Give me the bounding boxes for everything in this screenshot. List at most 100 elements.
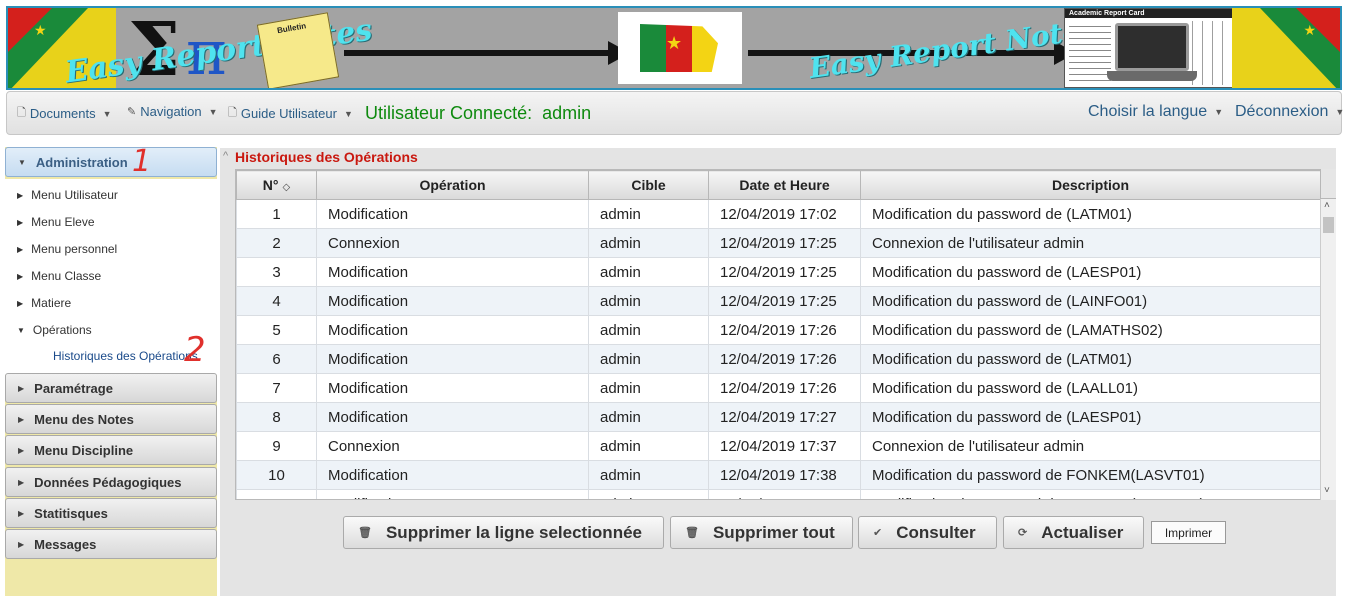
cell-number: 4 <box>236 286 317 316</box>
scrollbar-thumb[interactable] <box>1323 217 1334 233</box>
connected-user: Utilisateur Connecté: admin <box>365 103 592 123</box>
caret-right-icon: ▶ <box>18 539 25 549</box>
cell-date: 12/04/2019 17:40 <box>708 489 861 499</box>
chevron-down-icon: ▼ <box>1335 107 1345 117</box>
sidebar-header-administration[interactable]: ▼ Administration <box>5 147 217 177</box>
scroll-up-icon[interactable]: ˄ <box>1324 200 1330 211</box>
table-row[interactable]: 1 Modification admin 12/04/2019 17:02 Modifi… <box>236 199 1321 229</box>
administration-panel: ▶ Menu Utilisateur ▶ Menu Eleve ▶ Menu pers… <box>5 179 217 375</box>
table-scrollbar[interactable]: ˄ ˅ <box>1320 199 1336 500</box>
bulletin-icon: Bulletin <box>256 12 340 88</box>
sidebar-item-operations[interactable]: ▼ Opérations <box>17 323 92 337</box>
table-row[interactable]: 7 Modification admin 12/04/2019 17:26 Modifi… <box>236 373 1321 403</box>
menu-documents[interactable]: 🗋 Documents ▼ <box>17 104 112 123</box>
arrow-line-left <box>344 50 616 56</box>
document-icon: 🗋 <box>17 107 26 119</box>
cell-description: Modification du password de (LATM01) <box>860 199 1321 229</box>
table-row[interactable]: 3 Modification admin 12/04/2019 17:25 Modifi… <box>236 257 1321 287</box>
scroll-down-icon[interactable]: ˅ <box>1324 485 1330 496</box>
delete-selected-button[interactable]: 🗑 Supprimer la ligne selectionnée <box>343 516 664 549</box>
trash-icon: 🗑 <box>685 527 699 539</box>
sort-icon: ◇ <box>282 182 291 193</box>
column-header-operation[interactable]: Opération <box>316 170 589 200</box>
cell-cible: admin <box>588 257 709 287</box>
delete-all-button[interactable]: 🗑 Supprimer tout <box>670 516 853 549</box>
cell-description: Connexion de l'utilisateur admin <box>860 431 1321 461</box>
table-row[interactable]: 6 Modification admin 12/04/2019 17:26 Modifi… <box>236 344 1321 374</box>
cell-description: Modification du password de (LAESP01) <box>860 402 1321 432</box>
sidebar-item-menu-utilisateur[interactable]: ▶ Menu Utilisateur <box>17 188 118 202</box>
caret-right-icon: ▶ <box>17 271 24 281</box>
caret-right-icon: ▶ <box>17 298 24 308</box>
cell-description: Modification du password de (LAINFO01) <box>860 286 1321 316</box>
cell-date: 12/04/2019 17:25 <box>708 228 861 258</box>
sidebar-item-historiques-operations[interactable]: Historiques des Opérations <box>53 349 198 363</box>
table-row[interactable]: 5 Modification admin 12/04/2019 17:26 Modifi… <box>236 315 1321 345</box>
table-row[interactable]: 4 Modification admin 12/04/2019 17:25 Modifi… <box>236 286 1321 316</box>
cell-date: 12/04/2019 17:26 <box>708 344 861 374</box>
collapse-caret-icon[interactable]: ^ <box>223 150 228 162</box>
menu-guide-utilisateur[interactable]: 🗋 Guide Utilisateur ▼ <box>228 104 353 123</box>
cell-cible: admin <box>588 315 709 345</box>
column-header-number[interactable]: N° ◇ <box>236 170 317 200</box>
cell-date: 12/04/2019 17:25 <box>708 257 861 287</box>
cell-cible: admin <box>588 402 709 432</box>
sidebar-item-menu-eleve[interactable]: ▶ Menu Eleve <box>17 215 95 229</box>
print-button[interactable]: Imprimer <box>1151 521 1226 544</box>
consult-button[interactable]: ✔ Consulter <box>858 516 997 549</box>
refresh-button[interactable]: ⟳ Actualiser <box>1003 516 1144 549</box>
cell-operation: Modification <box>316 402 589 432</box>
table-row[interactable]: 2 Connexion admin 12/04/2019 17:25 Connexion… <box>236 228 1321 258</box>
column-header-cible[interactable]: Cible <box>588 170 709 200</box>
cell-operation: Modification <box>316 344 589 374</box>
chevron-down-icon: ▼ <box>1214 107 1224 117</box>
sidebar: ▼ Administration ▶ Menu Utilisateur ▶ Menu… <box>5 147 217 596</box>
caret-right-icon: ▶ <box>18 414 25 424</box>
cell-cible: admin <box>588 460 709 490</box>
cameroon-map-flag: ★ <box>618 12 742 84</box>
table-row[interactable]: 11Modificationadmin12/04/2019 17:40Modif… <box>236 489 1321 499</box>
sidebar-header-messages[interactable]: ▶ Messages <box>5 529 217 559</box>
scroll-header-corner <box>1320 169 1336 199</box>
cell-number: 10 <box>236 460 317 490</box>
table-header-row: N° ◇ Opération Cible Date et Heure Descri… <box>236 170 1321 200</box>
operations-table: N° ◇ Opération Cible Date et Heure Descri… <box>235 169 1336 500</box>
cell-operation: Modification <box>316 460 589 490</box>
sidebar-item-matiere[interactable]: ▶ Matiere <box>17 296 71 310</box>
sidebar-item-menu-classe[interactable]: ▶ Menu Classe <box>17 269 101 283</box>
sidebar-header-parametrage[interactable]: ▶ Paramétrage <box>5 373 217 403</box>
cell-description: Modification du password de (LAMATHS02) <box>860 315 1321 345</box>
laptop-icon <box>1115 23 1189 71</box>
table-row[interactable]: 8 Modification admin 12/04/2019 17:27 Modifi… <box>236 402 1321 432</box>
cell-date: 12/04/2019 17:37 <box>708 431 861 461</box>
caret-right-icon: ▶ <box>17 190 24 200</box>
check-icon: ✔ <box>873 527 883 539</box>
trash-icon: 🗑 <box>358 527 372 539</box>
table-row[interactable]: 9 Connexion admin 12/04/2019 17:37 Connexion… <box>236 431 1321 461</box>
banner-title-right: Easy Report Notes <box>807 12 1098 85</box>
sidebar-header-menu-discipline[interactable]: ▶ Menu Discipline <box>5 435 217 465</box>
cell-cible: admin <box>588 431 709 461</box>
sidebar-header-donnees-pedagogiques[interactable]: ▶ Données Pédagogiques <box>5 467 217 497</box>
menu-logout[interactable]: Déconnexion ▼ <box>1235 103 1344 121</box>
cell-cible: admin <box>588 489 709 499</box>
cameroon-flag-corner-right: ★ <box>1232 8 1340 88</box>
sidebar-header-statistiques[interactable]: ▶ Statitisques <box>5 498 217 528</box>
menu-choose-language[interactable]: Choisir la langue ▼ <box>1088 103 1223 121</box>
menu-navigation[interactable]: ✎ Navigation ▼ <box>127 104 218 119</box>
caret-down-icon: ▼ <box>17 325 25 335</box>
column-header-date[interactable]: Date et Heure <box>708 170 861 200</box>
caret-right-icon: ▶ <box>18 383 25 393</box>
sidebar-item-menu-personnel[interactable]: ▶ Menu personnel <box>17 242 117 256</box>
pencil-icon: ✎ <box>127 106 137 118</box>
top-menubar: 🗋 Documents ▼ ✎ Navigation ▼ 🗋 Guide Uti… <box>6 91 1344 135</box>
cell-cible: admin <box>588 286 709 316</box>
cell-number: 2 <box>236 228 317 258</box>
table-row[interactable]: 10 Modification admin 12/04/2019 17:38 Modif… <box>236 460 1321 490</box>
column-header-description[interactable]: Description <box>860 170 1321 200</box>
chevron-down-icon: ▼ <box>208 106 218 117</box>
cell-date: 12/04/2019 17:26 <box>708 315 861 345</box>
caret-right-icon: ▶ <box>18 445 25 455</box>
sidebar-header-menu-notes[interactable]: ▶ Menu des Notes <box>5 404 217 434</box>
caret-right-icon: ▶ <box>17 244 24 254</box>
